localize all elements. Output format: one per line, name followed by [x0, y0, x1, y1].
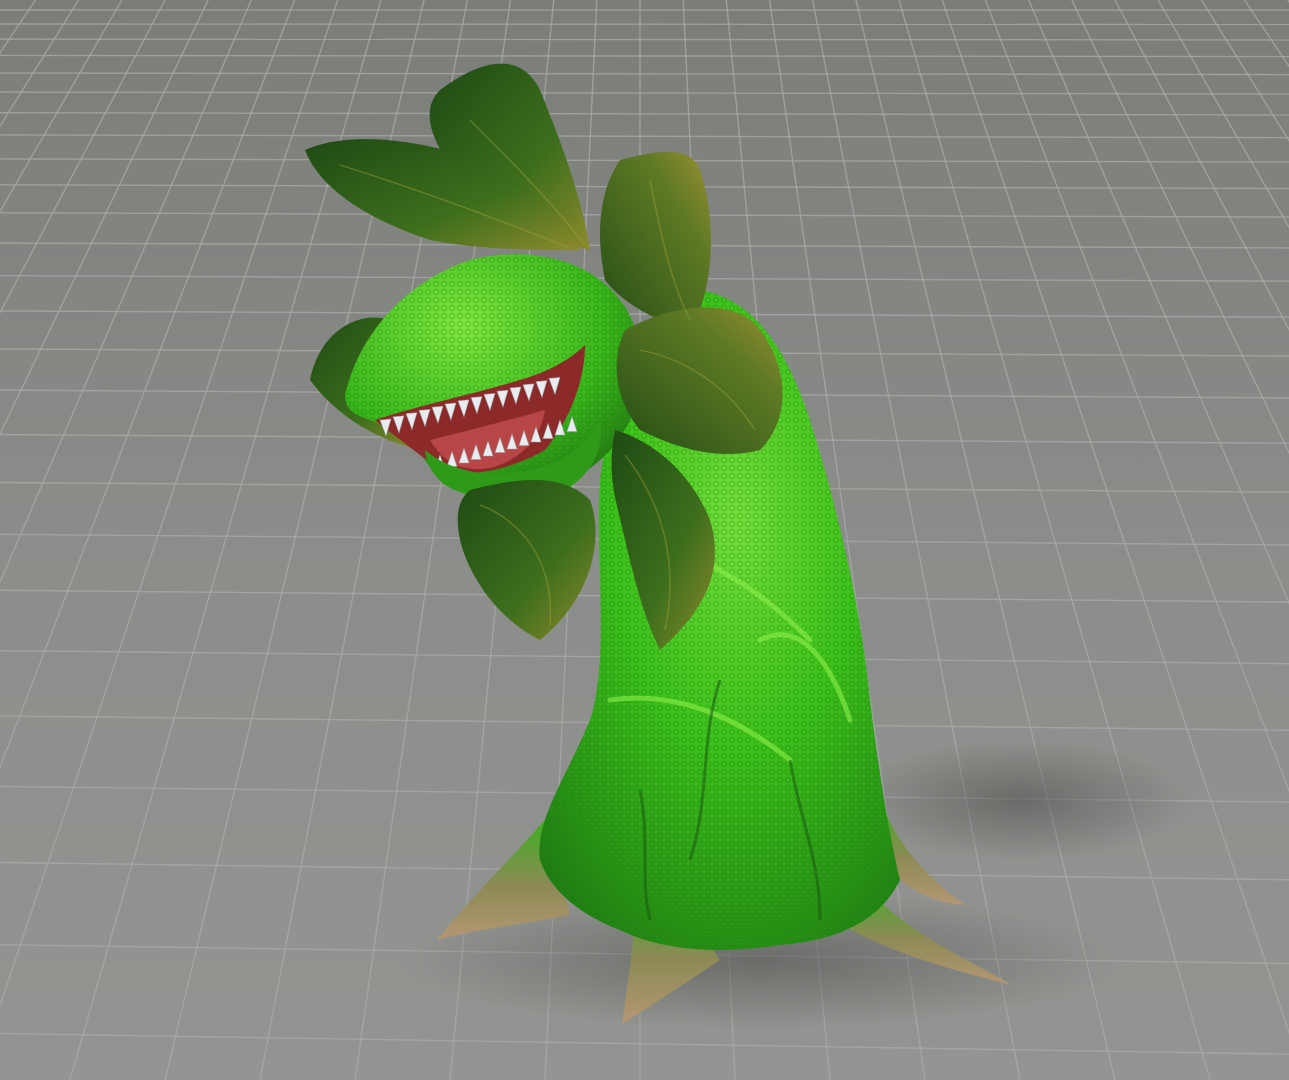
3d-render-viewport [0, 0, 1289, 1080]
render-canvas [0, 0, 1289, 1080]
